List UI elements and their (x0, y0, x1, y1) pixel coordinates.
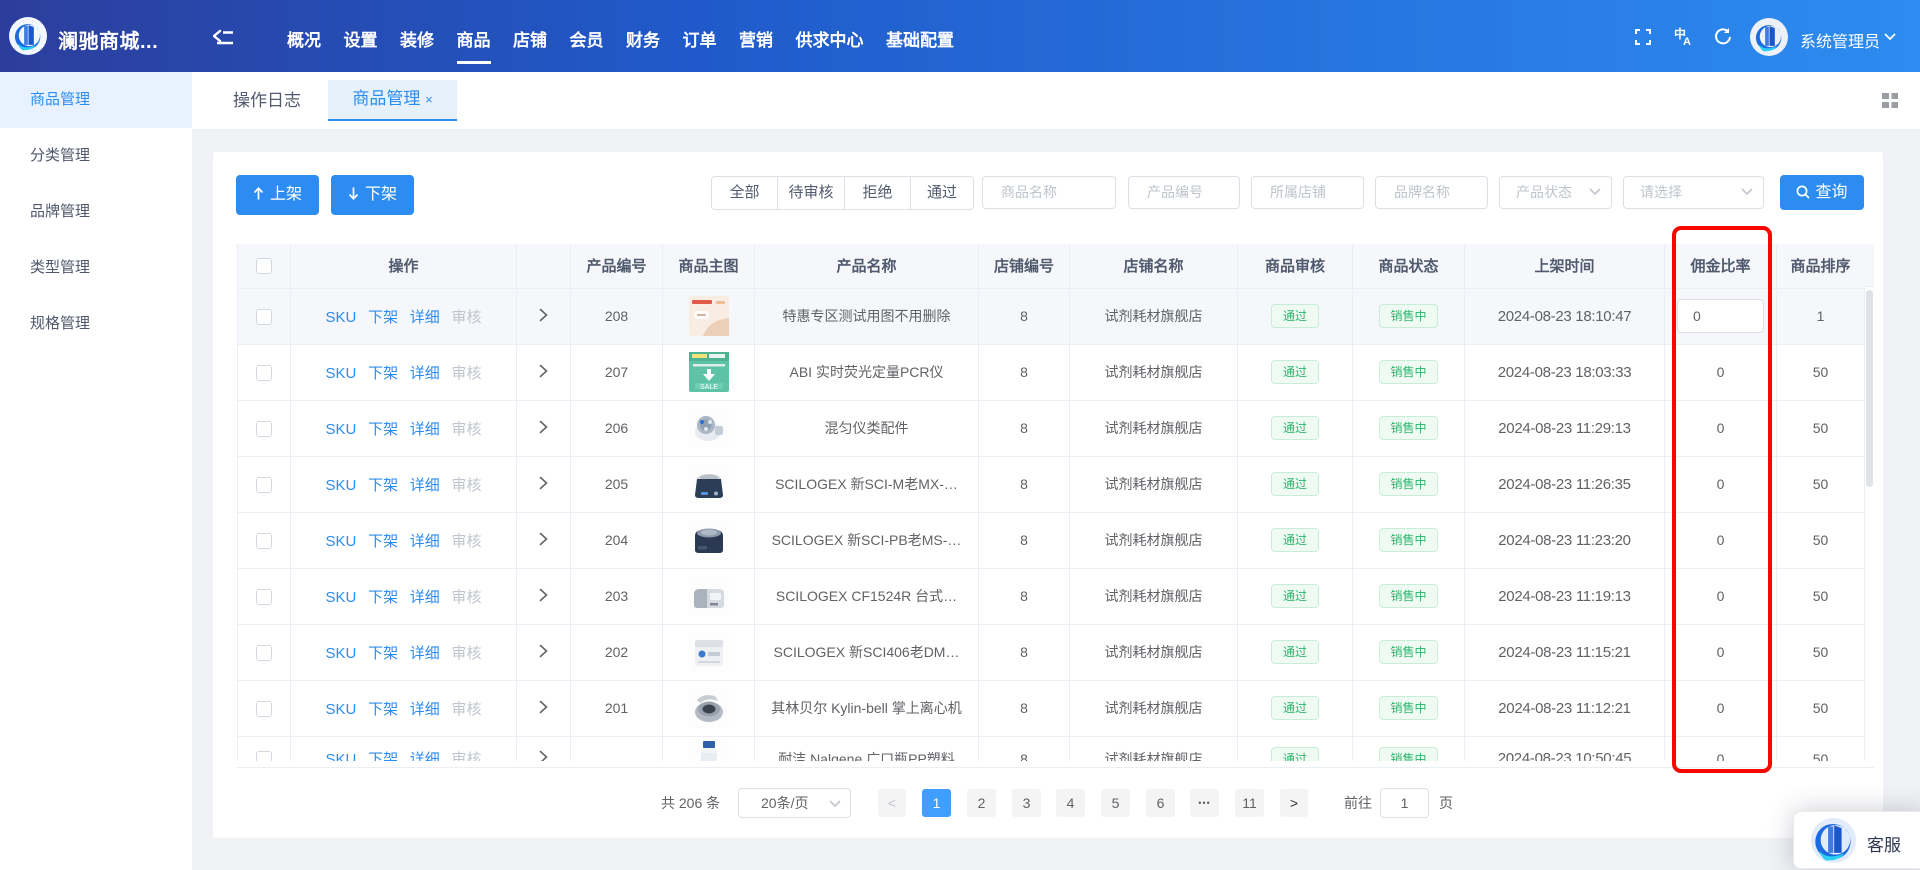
svg-text:SALE: SALE (700, 384, 718, 391)
